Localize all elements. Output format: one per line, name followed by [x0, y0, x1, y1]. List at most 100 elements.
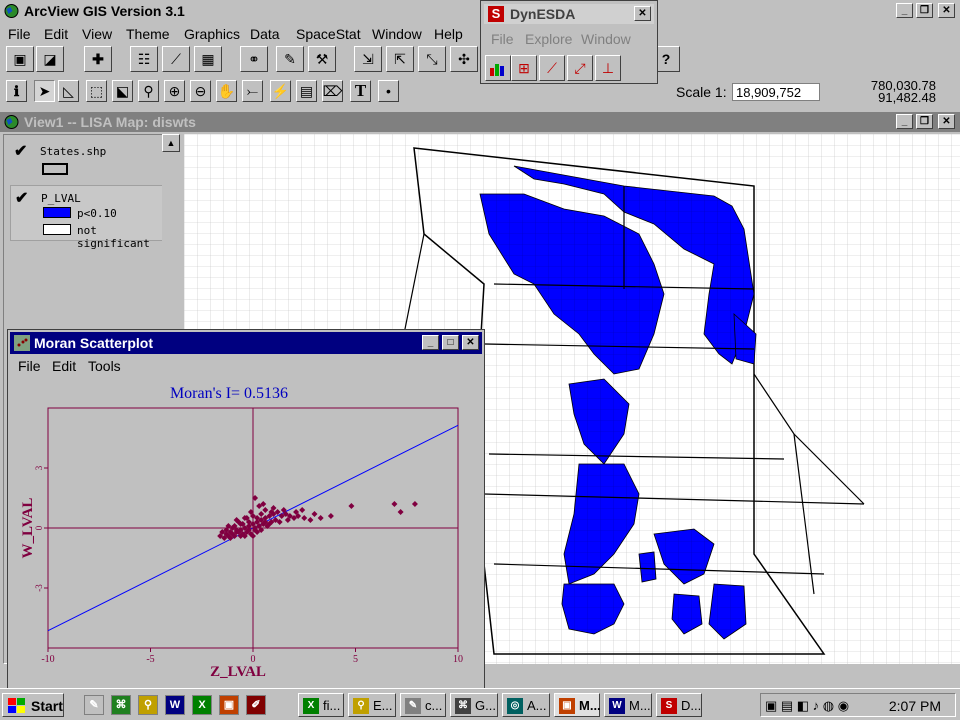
taskbar-button[interactable]: ⌘ G... [450, 693, 498, 717]
menu-view[interactable]: View [82, 26, 112, 42]
quick-launch-icon[interactable]: ⌘ [111, 695, 131, 715]
dynesda-menu-window[interactable]: Window [581, 31, 631, 47]
zoom-in-plus-tool[interactable]: ⊕ [164, 80, 185, 102]
quick-launch-icon[interactable]: W [165, 695, 185, 715]
pan-tool[interactable]: ✋ [216, 80, 237, 102]
add-theme-button[interactable]: ✚ [84, 46, 112, 72]
view-restore-button[interactable]: ❐ [916, 114, 933, 129]
query-builder-button[interactable]: ⚒ [308, 46, 336, 72]
legend-label: p<0.10 [77, 207, 117, 220]
select-graphics-tool[interactable]: ⬕ [112, 80, 133, 102]
restore-button[interactable]: ❐ [916, 3, 933, 18]
plus-icon: ✚ [92, 51, 104, 67]
menu-data[interactable]: Data [250, 26, 280, 42]
menu-spacestat[interactable]: SpaceStat [296, 26, 361, 42]
quick-launch-icon[interactable]: ✎ [84, 695, 104, 715]
menu-file[interactable]: File [8, 26, 31, 42]
text-tool[interactable]: T [350, 80, 371, 102]
moran-scatterplot-button[interactable]: ⤢ [567, 55, 593, 81]
moran-menu-edit[interactable]: Edit [52, 358, 76, 374]
find-button[interactable]: ⚭ [240, 46, 268, 72]
taskbar-button[interactable]: ✎ c... [400, 693, 446, 717]
draw-point-tool[interactable]: • [378, 80, 399, 102]
theme-visible-checkbox[interactable]: ✔ [14, 141, 27, 161]
scale-input[interactable]: 18,909,752 [732, 83, 820, 101]
zoom-active-themes-button[interactable]: ⇱ [386, 46, 414, 72]
select-feature-tool[interactable]: ⬚ [86, 80, 107, 102]
save-project-button[interactable]: ▣ [6, 46, 34, 72]
moran-menu-tools[interactable]: Tools [88, 358, 121, 374]
dynesda-menu-file[interactable]: File [491, 31, 514, 47]
quick-launch-icon[interactable]: ⚲ [138, 695, 158, 715]
data-point [391, 501, 398, 507]
pointer-tool[interactable]: ➤ [34, 80, 55, 102]
taskbar-button[interactable]: ◎ A... [502, 693, 550, 717]
dynesda-title-bar[interactable]: S DynESDA ✕ [484, 4, 654, 24]
quick-launch-icon[interactable]: ✐ [246, 695, 266, 715]
quick-launch-icon[interactable]: ▣ [219, 695, 239, 715]
menu-edit[interactable]: Edit [44, 26, 68, 42]
x-tick-label: -5 [146, 654, 154, 665]
lightning-icon: ⚡ [271, 83, 290, 99]
area-of-interest-tool[interactable]: ▤ [296, 80, 317, 102]
menu-help[interactable]: Help [434, 26, 463, 42]
start-button[interactable]: Start [2, 693, 64, 717]
zoom-out-tool[interactable]: ⊖ [190, 80, 211, 102]
task-icon: ▣ [559, 698, 575, 714]
task-label: M... [579, 698, 601, 713]
dynesda-menu-explore[interactable]: Explore [525, 31, 572, 47]
legend-swatch-significant [43, 207, 71, 218]
clock: 2:07 PM [888, 698, 941, 714]
legend-edit-icon: ⟋ [171, 51, 181, 67]
view-minimize-button[interactable]: _ [896, 114, 913, 129]
taskbar-button[interactable]: ⚲ E... [348, 693, 396, 717]
minimize-button[interactable]: _ [896, 3, 913, 18]
theme-properties-button[interactable]: ☷ [130, 46, 158, 72]
menu-graphics[interactable]: Graphics [184, 26, 240, 42]
data-point [262, 507, 269, 513]
view-close-button[interactable]: ✕ [938, 114, 955, 129]
theme-name: States.shp [40, 145, 107, 158]
hotlink-tool[interactable]: ⚡ [270, 80, 291, 102]
menu-theme[interactable]: Theme [126, 26, 170, 42]
zoom-full-extent-button[interactable]: ⇲ [354, 46, 382, 72]
identify-tool[interactable]: ℹ [6, 80, 27, 102]
taskbar-button[interactable]: S D... [656, 693, 702, 717]
view-title-bar[interactable]: View1 -- LISA Map: diswts _ ❐ ✕ [0, 112, 960, 132]
taskbar-button[interactable]: Xfi... [298, 693, 344, 717]
zoom-in-tool[interactable]: ⚲ [138, 80, 159, 102]
zoom-in-button[interactable]: ✣ [450, 46, 478, 72]
save-edits-button[interactable]: ◪ [36, 46, 64, 72]
moran-close-button[interactable]: ✕ [462, 335, 479, 350]
theme-p-lval[interactable]: ✔ P_LVAL p<0.10 not significant [10, 185, 165, 250]
open-table-button[interactable]: ▦ [194, 46, 222, 72]
moran-scatterplot[interactable]: Moran's I= 0.5136-10 -5 0 5 10-303Z_LVALW_LV… [8, 378, 484, 688]
select-box-icon: ⬚ [89, 83, 104, 99]
legend-swatch-not-significant [43, 224, 71, 235]
theme-states[interactable]: ✔ States.shp [10, 141, 160, 181]
moran-title-bar[interactable]: Moran Scatterplot _ □ ✕ [10, 332, 482, 354]
histogram-button[interactable] [485, 55, 511, 81]
dynesda-close-button[interactable]: ✕ [634, 6, 651, 21]
histogram-icon [490, 64, 504, 76]
close-button[interactable]: ✕ [938, 3, 955, 18]
data-point [311, 511, 318, 517]
locate-address-button[interactable]: ✎ [276, 46, 304, 72]
moran-menu-file[interactable]: File [18, 358, 41, 374]
theme-visible-checkbox[interactable]: ✔ [15, 188, 28, 208]
boxplot-button[interactable]: ⊞ [511, 55, 537, 81]
taskbar-button[interactable]: ▣ M... [554, 693, 601, 717]
moran-minimize-button[interactable]: _ [422, 335, 439, 350]
label-tool[interactable]: ⌦ [322, 80, 343, 102]
scatterplot-button[interactable]: ⟋ [539, 55, 565, 81]
quick-launch-icon[interactable]: X [192, 695, 212, 715]
vertex-edit-tool[interactable]: ◺ [58, 80, 79, 102]
measure-tool[interactable]: ⤚ [242, 80, 263, 102]
moran-maximize-button[interactable]: □ [442, 335, 459, 350]
edit-legend-button[interactable]: ⟋ [162, 46, 190, 72]
menu-window[interactable]: Window [372, 26, 422, 42]
zoom-selected-button[interactable]: ⤡ [418, 46, 446, 72]
scroll-up-button[interactable]: ▲ [162, 134, 180, 152]
lisa-button[interactable]: ⊥ [595, 55, 621, 81]
taskbar-button[interactable]: W M... [604, 693, 652, 717]
